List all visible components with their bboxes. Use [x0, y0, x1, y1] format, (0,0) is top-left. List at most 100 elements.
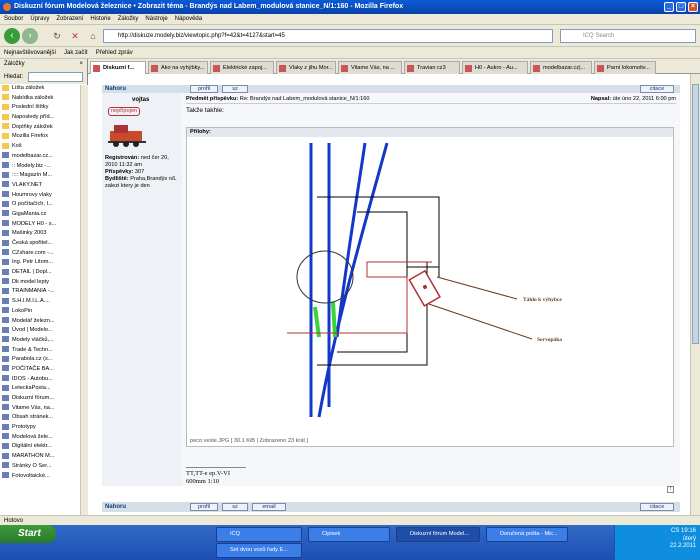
profile-button[interactable]: profil — [190, 85, 218, 93]
bookmark-item[interactable]: Prototypy — [2, 423, 87, 433]
bookmark-item[interactable]: Obsah stránek... — [2, 413, 87, 423]
tab-6[interactable]: H0 - Aukro - Au... — [462, 61, 528, 74]
menu-soubor[interactable]: Soubor — [4, 16, 23, 22]
bookmark-item[interactable]: Mašinky 2003 — [2, 229, 87, 239]
menu-zobrazeni[interactable]: Zobrazení — [56, 16, 83, 22]
language-indicator[interactable]: CS — [671, 528, 679, 534]
tab-3[interactable]: Vlaky z jihu Mor... — [276, 61, 336, 74]
profile-button-bottom[interactable]: profil — [190, 503, 218, 511]
bookmark-item[interactable]: MARATHON M... — [2, 452, 87, 462]
window-titlebar[interactable]: Diskuzní fórum Modelová železnice • Zobr… — [0, 0, 700, 14]
tab-5[interactable]: Travian cz3 — [404, 61, 460, 74]
bookmark-item[interactable]: Diskuzní fórum... — [2, 394, 87, 404]
bookmark-icon — [2, 239, 9, 246]
bookmark-item[interactable]: modelbazar.cz... — [2, 152, 87, 162]
scrollbar-thumb[interactable] — [692, 84, 699, 344]
pointer-line-a — [436, 276, 518, 300]
tab-2[interactable]: Elektrické zapoj... — [210, 61, 274, 74]
menu-zalozky[interactable]: Záložky — [118, 16, 139, 22]
menu-upravy[interactable]: Úpravy — [30, 16, 49, 22]
bookmark-item[interactable]: LokoPin — [2, 307, 87, 317]
bookmark-item[interactable]: Digitální elektr... — [2, 442, 87, 452]
tab-1[interactable]: Ako na vyhýbky... — [148, 61, 208, 74]
tab-4[interactable]: Vitame Vás, na ... — [338, 61, 402, 74]
url-field[interactable]: http://diskuze.modely.biz/viewtopic.php?… — [103, 29, 553, 43]
task-firefox[interactable]: Diskuzní fórum Model... — [396, 527, 480, 542]
menu-nastroje[interactable]: Nástroje — [145, 16, 167, 22]
bookmark-prehled-zprav[interactable]: Přehled zpráv — [96, 50, 133, 56]
bookmark-icon — [2, 365, 9, 372]
bookmark-item[interactable]: MODELY H0 - s... — [2, 220, 87, 230]
bookmark-jak-zacit[interactable]: Jak začít — [64, 50, 88, 56]
bookmark-item[interactable]: Vitame Vás, na... — [2, 404, 87, 414]
bookmark-item[interactable]: Lišta záložek — [2, 84, 87, 94]
bookmark-item[interactable]: Ing. Petr Litom... — [2, 258, 87, 268]
tab-0[interactable]: Diskuzní f... — [90, 61, 146, 74]
back-button[interactable]: ‹ — [4, 28, 20, 44]
bookmark-item[interactable]: IDOS - Autobu... — [2, 375, 87, 385]
tab-7[interactable]: modelbazar.cz|... — [530, 61, 592, 74]
bookmark-item[interactable]: Houmrovy vlaky — [2, 191, 87, 201]
bookmark-item[interactable]: LeteckaPosta... — [2, 384, 87, 394]
stop-icon[interactable]: ✕ — [70, 31, 80, 41]
bookmark-item[interactable]: :: Modely.biz -... — [2, 162, 87, 172]
bookmark-item[interactable]: Dk model lepty — [2, 278, 87, 288]
bookmark-item[interactable]: Modelová žele... — [2, 433, 87, 443]
bookmark-item[interactable]: S.H.I.M.I.L.A.... — [2, 297, 87, 307]
bookmark-item[interactable]: Modelář železn... — [2, 317, 87, 327]
bookmark-item[interactable]: Česká spořitel... — [2, 239, 87, 249]
bookmark-item[interactable]: Naposledy příd... — [2, 113, 87, 123]
email-button[interactable]: email — [252, 503, 286, 511]
task-outlook[interactable]: Doručená pošta - Mic... — [486, 527, 568, 542]
bookmark-item[interactable]: Stránky O Ser... — [2, 462, 87, 472]
bookmark-item[interactable]: Koš — [2, 142, 87, 152]
bookmark-item[interactable]: Doplňky záložek — [2, 123, 87, 133]
top-link[interactable]: Nahoru — [105, 86, 126, 92]
search-field[interactable]: ICQ Search — [560, 29, 696, 43]
bookmark-item[interactable]: O počítačích, I... — [2, 200, 87, 210]
minimize-button[interactable]: _ — [664, 2, 674, 12]
start-button[interactable]: Start — [0, 525, 56, 543]
bottom-top-link[interactable]: Nahoru — [105, 504, 126, 510]
sidebar-scrollbar[interactable] — [80, 85, 88, 515]
bookmark-item[interactable]: TRAINMANIA -... — [2, 287, 87, 297]
home-icon[interactable]: ⌂ — [88, 31, 98, 41]
bookmark-item[interactable]: Parabola.cz (s... — [2, 355, 87, 365]
bookmark-item[interactable]: Trade & Techn... — [2, 346, 87, 356]
bookmark-item[interactable]: Poslední štítky — [2, 103, 87, 113]
quote-button[interactable]: citace — [640, 85, 674, 93]
bookmark-item[interactable]: VLAKY.NET — [2, 181, 87, 191]
bookmark-item[interactable]: Fotovoltaické... — [2, 472, 87, 482]
maximize-button[interactable]: □ — [676, 2, 686, 12]
task-cipisek[interactable]: Cipisek — [308, 527, 390, 542]
pm-button-bottom[interactable]: sz — [222, 503, 248, 511]
forward-button[interactable]: › — [22, 28, 38, 44]
bookmark-item[interactable]: CZshare.com -... — [2, 249, 87, 259]
task-photo[interactable]: Set dvou vozů řady E... — [216, 543, 302, 558]
author-name[interactable]: vojtas — [132, 97, 149, 103]
bookmark-nejnavstevovanejsi[interactable]: Nejnavštěvovanější — [4, 50, 56, 56]
bookmark-item[interactable]: DETAIL | Dopl... — [2, 268, 87, 278]
bookmark-item[interactable]: :::: Magazín M... — [2, 171, 87, 181]
bookmark-item[interactable]: Modely vláčků,... — [2, 336, 87, 346]
menu-napoveda[interactable]: Nápověda — [175, 16, 202, 22]
sidebar-close-icon[interactable]: × — [79, 59, 83, 70]
close-window-button[interactable]: × — [688, 2, 698, 12]
reload-icon[interactable]: ↻ — [52, 31, 62, 41]
quote-button-bottom[interactable]: citace — [640, 503, 674, 511]
task-icq[interactable]: ICQ — [216, 527, 302, 542]
bookmark-item[interactable]: Nabídka záložek — [2, 94, 87, 104]
menu-historie[interactable]: Historie — [90, 16, 110, 22]
bookmark-item[interactable]: Úvod | Modelo... — [2, 326, 87, 336]
tab-8[interactable]: Parní lokomotiv... — [594, 61, 656, 74]
bookmark-label: Naposledy příd... — [12, 114, 55, 121]
bookmark-icon — [2, 171, 9, 178]
go-top-icon[interactable]: ↑ — [667, 486, 674, 493]
page-scrollbar[interactable] — [690, 74, 700, 515]
bookmark-item[interactable]: POČÍTAČE BA... — [2, 365, 87, 375]
bookmark-item[interactable]: GigaMania.cz — [2, 210, 87, 220]
bookmark-item[interactable]: Mozilla Firefox — [2, 132, 87, 142]
pm-button[interactable]: sz — [222, 85, 248, 93]
sidebar-search-input[interactable] — [28, 72, 83, 82]
bookmark-icon — [2, 317, 9, 324]
